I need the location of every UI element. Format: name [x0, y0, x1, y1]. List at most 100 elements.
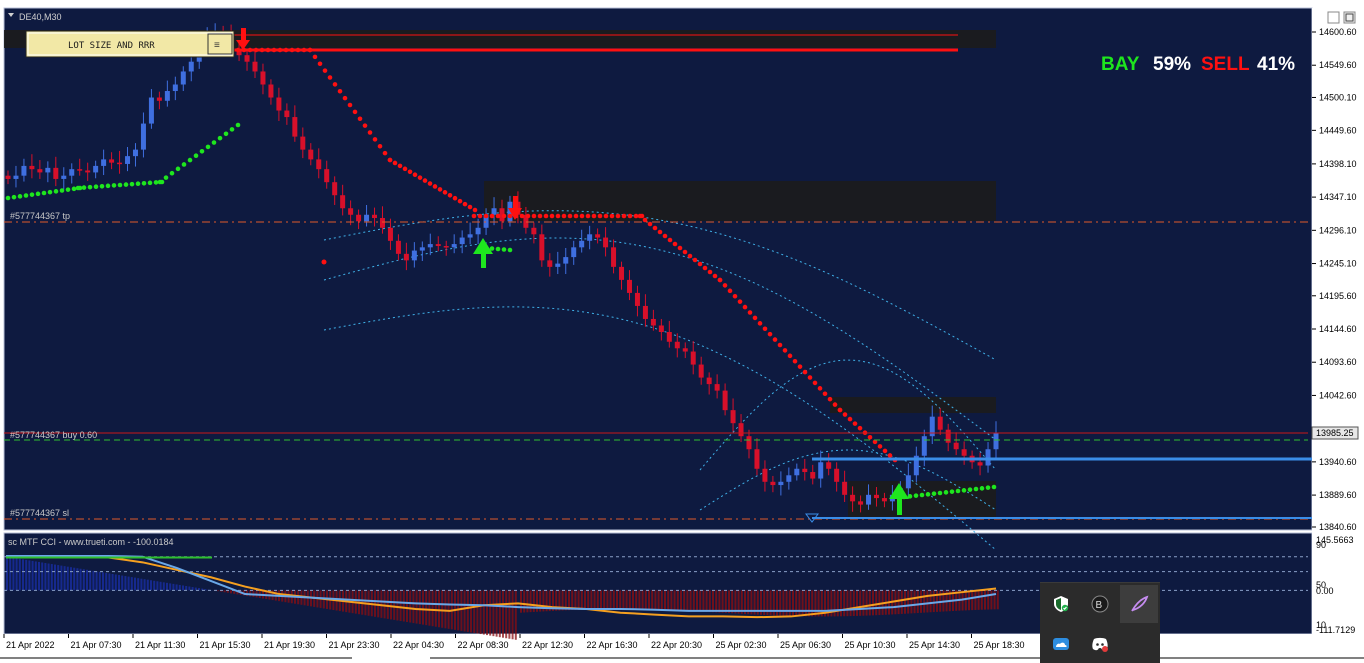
candle-body[interactable] — [555, 264, 560, 267]
candle-body[interactable] — [165, 91, 170, 101]
candle-body[interactable] — [547, 260, 552, 267]
candle-body[interactable] — [29, 166, 34, 169]
candle-body[interactable] — [747, 436, 752, 449]
candle-body[interactable] — [21, 166, 26, 176]
candle-body[interactable] — [340, 195, 345, 208]
candle-body[interactable] — [253, 62, 258, 72]
candle-body[interactable] — [468, 234, 473, 237]
candle-body[interactable] — [962, 449, 967, 456]
candle-body[interactable] — [308, 150, 313, 160]
candle-body[interactable] — [316, 159, 321, 169]
tray-discord[interactable] — [1081, 625, 1119, 663]
tray-onedrive[interactable] — [1042, 625, 1080, 663]
candle-body[interactable] — [731, 410, 736, 423]
candle-body[interactable] — [715, 384, 720, 391]
candle-body[interactable] — [978, 462, 983, 465]
candle-body[interactable] — [699, 365, 704, 378]
candle-body[interactable] — [356, 215, 361, 222]
candle-body[interactable] — [587, 234, 592, 241]
candle-body[interactable] — [396, 241, 401, 254]
candle-body[interactable] — [531, 228, 536, 235]
candle-body[interactable] — [842, 482, 847, 495]
candle-body[interactable] — [412, 251, 417, 261]
candle-body[interactable] — [77, 169, 82, 171]
candle-body[interactable] — [882, 498, 887, 501]
candle-body[interactable] — [324, 169, 329, 182]
candle-body[interactable] — [388, 228, 393, 241]
candle-body[interactable] — [69, 169, 74, 176]
candle-body[interactable] — [444, 246, 449, 248]
candle-body[interactable] — [986, 449, 991, 465]
candle-body[interactable] — [181, 71, 186, 84]
candle-body[interactable] — [834, 469, 839, 482]
candle-body[interactable] — [476, 228, 481, 235]
candle-body[interactable] — [938, 417, 943, 430]
candle-body[interactable] — [778, 482, 783, 485]
candle-body[interactable] — [6, 176, 11, 179]
candle-body[interactable] — [595, 234, 600, 237]
candle-body[interactable] — [946, 430, 951, 443]
candle-body[interactable] — [101, 159, 106, 166]
candle-body[interactable] — [643, 306, 648, 319]
candle-body[interactable] — [460, 238, 465, 245]
candle-body[interactable] — [276, 98, 281, 111]
candle-body[interactable] — [173, 84, 178, 91]
candle-body[interactable] — [260, 71, 265, 84]
candle-body[interactable] — [141, 124, 146, 150]
candle-body[interactable] — [786, 475, 791, 482]
candle-body[interactable] — [284, 111, 289, 118]
candle-body[interactable] — [619, 267, 624, 280]
candle-body[interactable] — [292, 117, 297, 137]
candle-body[interactable] — [922, 436, 927, 456]
candle-body[interactable] — [268, 84, 273, 97]
candle-body[interactable] — [85, 170, 90, 172]
tray-feather[interactable] — [1120, 585, 1158, 623]
candle-body[interactable] — [754, 449, 759, 469]
lot-size-panel[interactable]: LOT SIZE AND RRR ≡ — [26, 31, 234, 57]
candle-body[interactable] — [93, 166, 98, 173]
candle-body[interactable] — [762, 469, 767, 482]
candle-body[interactable] — [245, 55, 250, 62]
main-chart-area[interactable] — [4, 8, 1312, 530]
candle-body[interactable] — [770, 482, 775, 485]
candle-body[interactable] — [723, 391, 728, 411]
candle-body[interactable] — [611, 247, 616, 267]
candle-body[interactable] — [603, 238, 608, 248]
candle-body[interactable] — [372, 215, 377, 218]
candle-body[interactable] — [563, 257, 568, 264]
candle-body[interactable] — [866, 495, 871, 505]
candle-body[interactable] — [428, 244, 433, 247]
candle-body[interactable] — [994, 433, 999, 449]
tray-bitdefender[interactable]: B — [1081, 585, 1119, 623]
candle-body[interactable] — [707, 378, 712, 385]
candle-body[interactable] — [452, 244, 457, 247]
candle-body[interactable] — [436, 244, 441, 246]
candle-body[interactable] — [539, 234, 544, 260]
candle-body[interactable] — [675, 342, 680, 349]
candle-body[interactable] — [157, 98, 162, 101]
panel-toggle-button[interactable] — [208, 34, 232, 54]
candle-body[interactable] — [651, 319, 656, 326]
candle-body[interactable] — [380, 218, 385, 228]
candle-body[interactable] — [954, 443, 959, 450]
candle-body[interactable] — [635, 293, 640, 306]
candle-body[interactable] — [61, 176, 66, 179]
candle-body[interactable] — [579, 241, 584, 248]
candle-body[interactable] — [13, 176, 18, 179]
candle-body[interactable] — [659, 325, 664, 332]
candle-body[interactable] — [794, 469, 799, 476]
candle-body[interactable] — [125, 156, 130, 164]
candle-body[interactable] — [691, 352, 696, 365]
candle-body[interactable] — [45, 168, 50, 173]
candle-body[interactable] — [404, 254, 409, 261]
candle-body[interactable] — [858, 501, 863, 504]
candle-body[interactable] — [850, 495, 855, 502]
candle-body[interactable] — [667, 332, 672, 342]
candle-body[interactable] — [189, 62, 194, 72]
candle-body[interactable] — [826, 462, 831, 469]
candle-body[interactable] — [37, 169, 42, 172]
candle-body[interactable] — [348, 208, 353, 215]
candle-body[interactable] — [571, 247, 576, 257]
candle-body[interactable] — [874, 495, 879, 498]
candle-body[interactable] — [149, 98, 154, 124]
